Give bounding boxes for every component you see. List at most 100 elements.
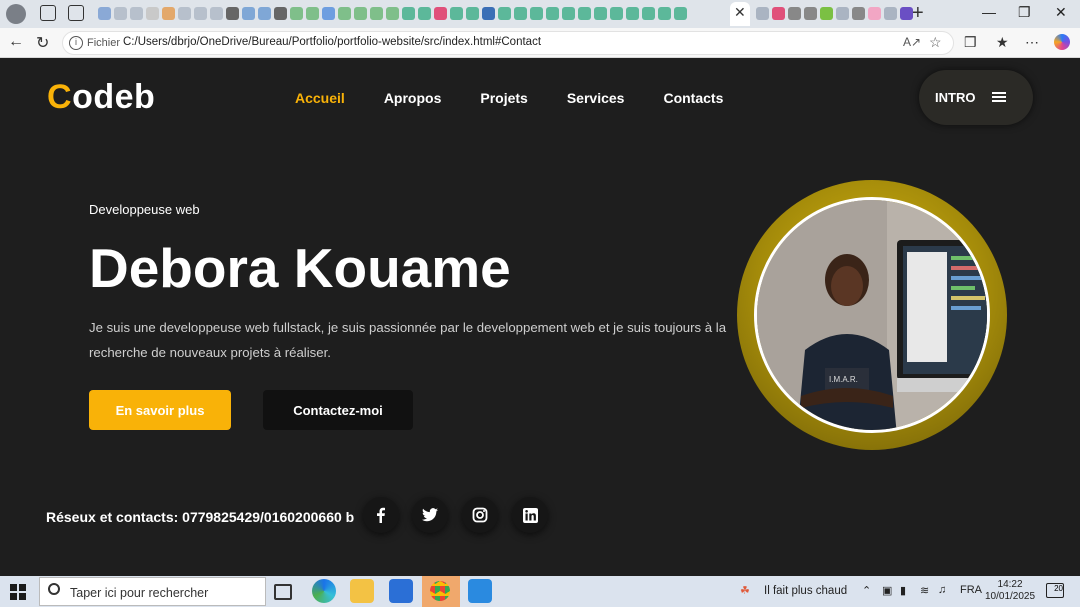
tab-favicon[interactable]	[306, 7, 319, 20]
nav-apropos[interactable]: Apropos	[384, 90, 442, 106]
taskbar-search[interactable]: Taper ici pour rechercher	[39, 577, 266, 606]
tab-favicon[interactable]	[852, 7, 865, 20]
tab-favicon[interactable]	[130, 7, 143, 20]
tab-favicon[interactable]	[98, 7, 111, 20]
tab-favicon[interactable]	[418, 7, 431, 20]
refresh-icon[interactable]: ↻	[36, 33, 49, 53]
wifi-icon[interactable]: ≋	[920, 584, 929, 597]
tab-favicon[interactable]	[162, 7, 175, 20]
tab-favicon[interactable]	[114, 7, 127, 20]
tab-favicon[interactable]	[804, 7, 817, 20]
extensions-icon[interactable]: ❒	[964, 34, 977, 51]
tab-favicon[interactable]	[450, 7, 463, 20]
read-aloud-icon[interactable]: A↗	[903, 35, 921, 49]
github-icon[interactable]	[274, 7, 287, 20]
tab-favicon[interactable]	[658, 7, 671, 20]
more-menu-icon[interactable]: ⋯	[1025, 34, 1039, 51]
tab-favicon[interactable]	[146, 7, 159, 20]
copilot-icon[interactable]	[1054, 34, 1070, 50]
tab-favicon[interactable]	[562, 7, 575, 20]
tab-favicon[interactable]	[322, 7, 335, 20]
tab-favicon[interactable]	[820, 7, 833, 20]
nav-accueil[interactable]: Accueil	[295, 90, 345, 106]
back-arrow-icon[interactable]: ←	[8, 33, 24, 51]
tab-favicon[interactable]	[290, 7, 303, 20]
tab-favicon[interactable]	[258, 7, 271, 20]
tab-favicon[interactable]	[788, 7, 801, 20]
youtube-icon[interactable]	[434, 7, 447, 20]
meet-now-icon[interactable]: ▣	[882, 584, 892, 597]
linkedin-button[interactable]	[512, 497, 548, 533]
site-logo[interactable]: Codeb	[47, 78, 155, 117]
tab-favicon[interactable]	[514, 7, 527, 20]
close-tab-icon[interactable]: ✕	[734, 4, 746, 21]
task-view-icon[interactable]	[274, 584, 292, 600]
battery-icon[interactable]: ▮	[900, 584, 906, 597]
show-hidden-icons-icon[interactable]: ⌃	[862, 584, 871, 597]
active-tab[interactable]: ✕	[730, 2, 750, 26]
tab-favicon[interactable]	[756, 7, 769, 20]
tab-favicon[interactable]	[642, 7, 655, 20]
address-url[interactable]: C:/Users/dbrjo/OneDrive/Bureau/Portfolio…	[123, 36, 541, 48]
tab-favicon[interactable]	[354, 7, 367, 20]
workspaces-icon[interactable]	[40, 5, 56, 21]
address-bar[interactable]: i Fichier C:/Users/dbrjo/OneDrive/Bureau…	[62, 31, 954, 55]
facebook-button[interactable]	[363, 497, 399, 533]
youtube-icon[interactable]	[772, 7, 785, 20]
tab-favicon[interactable]	[546, 7, 559, 20]
instagram-button[interactable]	[462, 497, 498, 533]
file-explorer-icon[interactable]	[350, 579, 374, 603]
profile-photo-illustration: I.M.A.R.	[757, 200, 987, 430]
favorite-star-icon[interactable]: ☆	[929, 34, 942, 51]
store-icon[interactable]	[389, 579, 413, 603]
edge-icon[interactable]	[312, 579, 336, 603]
tab-favicon[interactable]	[626, 7, 639, 20]
weather-icon[interactable]: ☘	[740, 584, 750, 597]
volume-icon[interactable]: ♫	[938, 584, 946, 596]
nav-contacts[interactable]: Contacts	[663, 90, 723, 106]
tab-favicon[interactable]	[210, 7, 223, 20]
new-tab-button[interactable]: +	[912, 2, 924, 25]
taskbar-clock[interactable]: 14:22 10/01/2025	[985, 579, 1035, 603]
windows-start-icon[interactable]	[10, 584, 26, 600]
tab-favicon[interactable]	[610, 7, 623, 20]
tab-favicon[interactable]	[578, 7, 591, 20]
language-indicator[interactable]: FRA	[960, 584, 982, 596]
weather-text[interactable]: Il fait plus chaud	[764, 585, 847, 597]
tab-favicon[interactable]	[498, 7, 511, 20]
tab-favicon[interactable]	[178, 7, 191, 20]
tab-favicon[interactable]	[836, 7, 849, 20]
vscode-icon[interactable]	[468, 579, 492, 603]
tab-favicon[interactable]	[386, 7, 399, 20]
nav-services[interactable]: Services	[567, 90, 625, 106]
chrome-taskbar-button[interactable]	[422, 576, 460, 607]
learn-more-button[interactable]: En savoir plus	[89, 390, 231, 430]
tab-favicon[interactable]	[674, 7, 687, 20]
tab-favicon[interactable]	[402, 7, 415, 20]
github-icon[interactable]	[226, 7, 239, 20]
info-icon[interactable]: i	[69, 36, 83, 50]
tab-favicon[interactable]	[242, 7, 255, 20]
tab-favicon[interactable]	[338, 7, 351, 20]
tab-actions-icon[interactable]	[68, 5, 84, 21]
tab-favicon[interactable]	[194, 7, 207, 20]
linkedin-icon[interactable]	[482, 7, 495, 20]
intro-menu-button[interactable]: INTRO	[919, 70, 1033, 125]
tab-favicon[interactable]	[466, 7, 479, 20]
maximize-button[interactable]: ❐	[1018, 4, 1031, 21]
close-window-button[interactable]: ✕	[1055, 4, 1067, 21]
profile-icon[interactable]	[6, 4, 26, 24]
twitter-button[interactable]	[412, 497, 448, 533]
notification-center-icon[interactable]: 20	[1046, 583, 1064, 598]
tab-favicon[interactable]	[530, 7, 543, 20]
tab-favicon[interactable]	[370, 7, 383, 20]
main-nav: Accueil Apropos Projets Services Contact…	[295, 90, 762, 106]
contact-me-button[interactable]: Contactez-moi	[263, 390, 413, 430]
tab-favicon[interactable]	[594, 7, 607, 20]
nav-projets[interactable]: Projets	[480, 90, 527, 106]
tab-favicon[interactable]	[884, 7, 897, 20]
pinned-tabs	[98, 6, 687, 22]
favorites-icon[interactable]: ★	[996, 34, 1009, 51]
minimize-button[interactable]: —	[982, 4, 996, 20]
tab-favicon[interactable]	[868, 7, 881, 20]
